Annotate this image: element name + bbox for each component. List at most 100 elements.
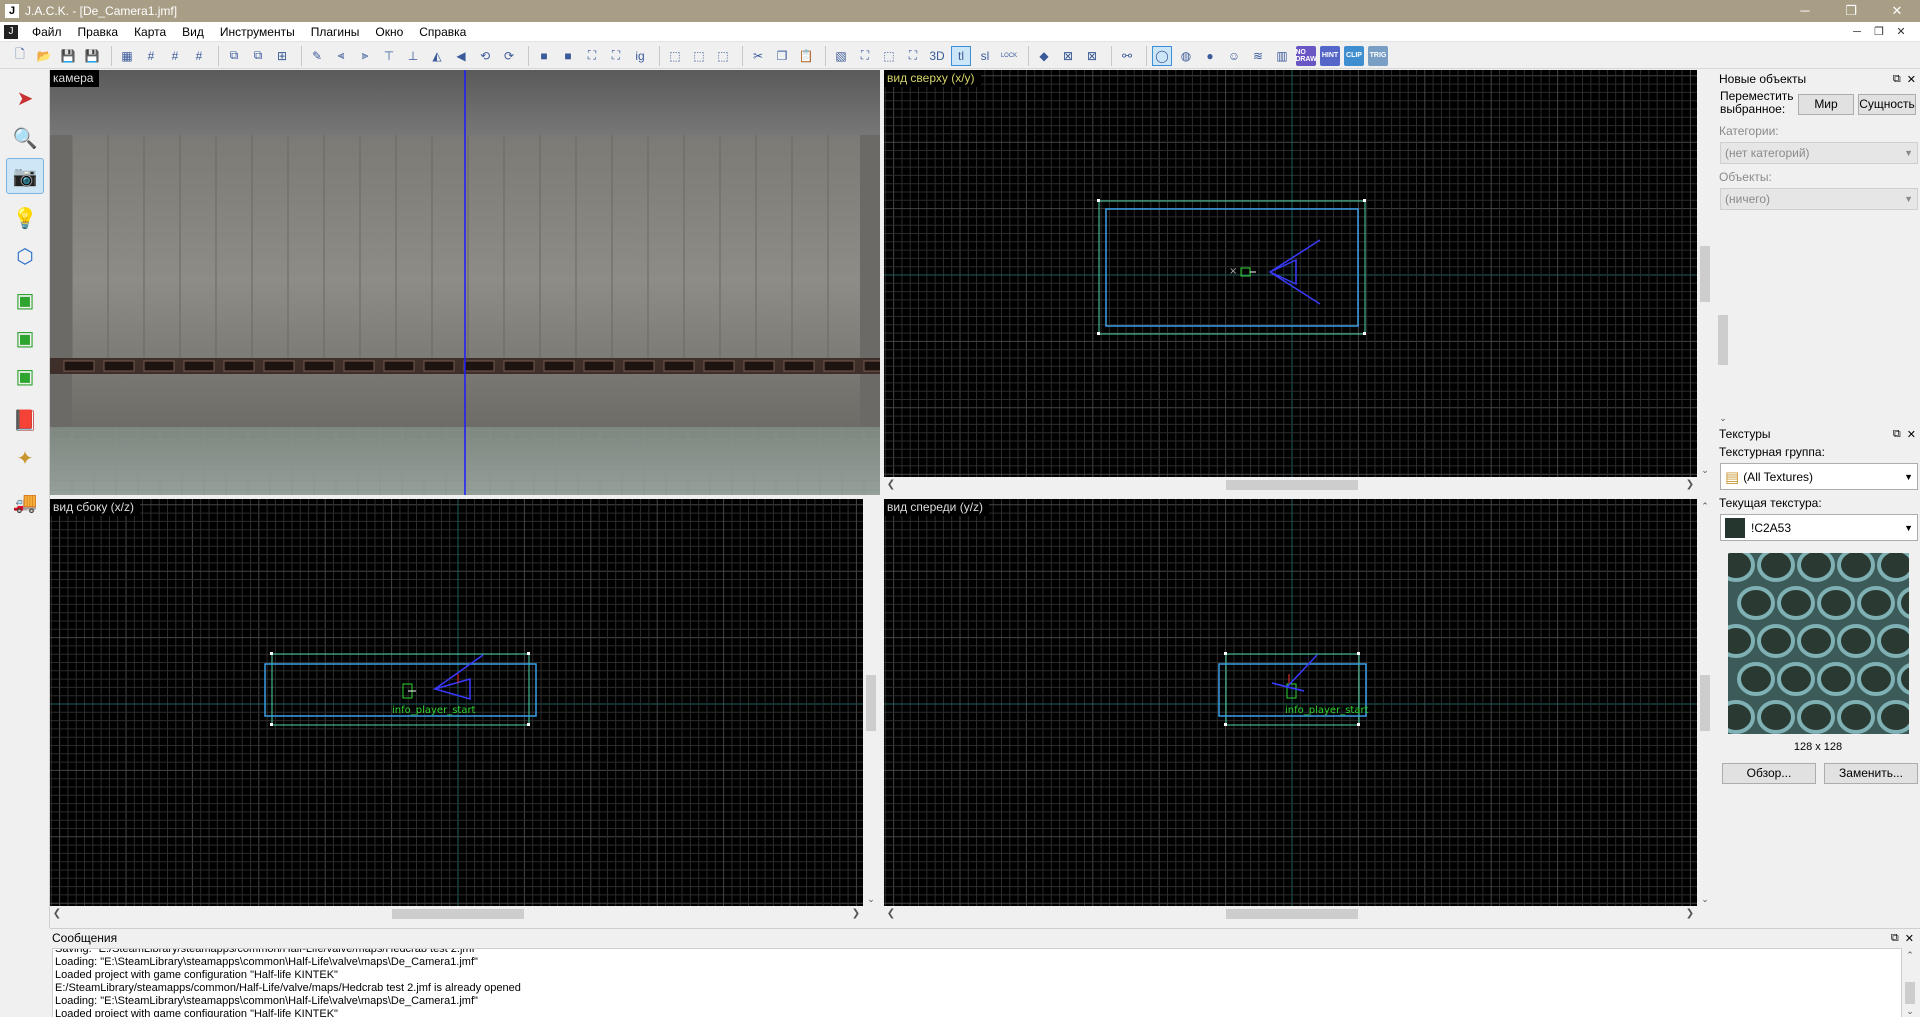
jack-app-icon[interactable]: J — [5, 4, 19, 18]
player-icon[interactable]: ☺ — [1224, 46, 1244, 66]
minimize-button[interactable]: ─ — [1782, 0, 1828, 22]
select-tool-icon[interactable]: ➤ — [6, 80, 44, 116]
rotate-ccw-icon[interactable]: ⟲ — [475, 46, 495, 66]
save-as-icon[interactable]: 💾 — [82, 46, 102, 66]
ignore-groups-icon[interactable]: ig — [630, 46, 650, 66]
grid-toggle-icon[interactable]: ▦ — [117, 46, 137, 66]
lock-text-button[interactable]: LOCK — [999, 46, 1019, 66]
ungroup-icon[interactable]: ⧉ — [248, 46, 268, 66]
clip-tool-icon[interactable]: 📕 — [6, 402, 44, 438]
menu-map[interactable]: Карта — [126, 22, 174, 42]
save-icon[interactable]: 💾 — [58, 46, 78, 66]
panel-vscroll[interactable]: ⌄ — [1716, 245, 1730, 425]
hint-button[interactable]: HINT — [1320, 45, 1340, 66]
categories-select[interactable]: (нет категорий) ▼ — [1720, 142, 1918, 164]
align-right-icon[interactable]: ⫸ — [355, 46, 375, 66]
vertex-tool-icon[interactable]: ✦ — [6, 440, 44, 476]
close-panel-icon[interactable]: ✕ — [1907, 428, 1916, 441]
water-icon[interactable]: ≋ — [1248, 46, 1268, 66]
carve-icon[interactable]: ■ — [534, 46, 554, 66]
scale-lock-text-button[interactable]: sl — [975, 46, 995, 66]
menu-plugins[interactable]: Плагины — [303, 22, 368, 42]
float-panel-icon[interactable]: ⧉ — [1891, 932, 1899, 945]
float-panel-icon[interactable]: ⧉ — [1893, 73, 1901, 86]
texture-lock-text-button[interactable]: tl — [951, 45, 971, 66]
doc-minimize-button[interactable]: ─ — [1846, 22, 1868, 42]
align-bottom-icon[interactable]: ⊥ — [403, 46, 423, 66]
link-icon[interactable]: ⚯ — [1117, 46, 1137, 66]
browse-button[interactable]: Обзор... — [1722, 763, 1816, 784]
front-view-vscroll[interactable]: ⌃ ⌄ — [1697, 499, 1713, 906]
menu-file[interactable]: Файл — [24, 22, 70, 42]
top-view-hscroll[interactable]: ❮ ❯ — [884, 477, 1697, 493]
apply-texture-icon[interactable]: ▣ — [6, 320, 44, 356]
texture-lock-icon[interactable]: ✎ — [307, 46, 327, 66]
side-viewport[interactable]: вид сбоку (x/z) info_player_start — [50, 499, 863, 906]
new-file-icon[interactable]: 🗋 — [10, 46, 30, 66]
messages-log[interactable]: Saving: "E:/SteamLibrary/steamapps/commo… — [52, 948, 1902, 1017]
top-view-vscroll[interactable]: ⌄ — [1697, 70, 1713, 477]
rotate-cw-icon[interactable]: ⟳ — [499, 46, 519, 66]
close-button[interactable]: ✕ — [1874, 0, 1920, 22]
path-tool-icon[interactable]: 🚚 — [6, 484, 44, 520]
transform-icon[interactable]: ⬚ — [665, 46, 685, 66]
copy-icon[interactable]: ❐ — [772, 46, 792, 66]
entity-box-icon[interactable]: ⊠ — [1058, 46, 1078, 66]
skew-icon[interactable]: ⊠ — [1082, 46, 1102, 66]
top-viewport[interactable]: вид сверху (x/y) × — [884, 70, 1697, 477]
snap-grid-icon[interactable]: ⊞ — [272, 46, 292, 66]
messages-vscroll[interactable]: ⌃ ⌄ — [1902, 948, 1918, 1017]
side-view-hscroll[interactable]: ❮ ❯ — [50, 906, 863, 922]
menu-edit[interactable]: Правка — [70, 22, 127, 42]
camera-tool-icon[interactable]: 📷 — [6, 158, 44, 194]
maximize-button[interactable]: ❐ — [1828, 0, 1874, 22]
no-draw-button[interactable]: NO DRAW — [1295, 45, 1317, 66]
flip-horizontal-icon[interactable]: ◭ — [427, 46, 447, 66]
align-left-icon[interactable]: ⫷ — [331, 46, 351, 66]
center-views-icon[interactable]: ⛶ — [606, 46, 626, 66]
vertex-edit-icon[interactable]: ◆ — [1034, 46, 1054, 66]
align-top-icon[interactable]: ⊤ — [379, 46, 399, 66]
select-3d-text-icon[interactable]: 3D — [927, 46, 947, 66]
point-entity-icon[interactable]: ● — [1200, 46, 1220, 66]
trigger-button[interactable]: TRIG — [1368, 45, 1388, 66]
replace-button[interactable]: Заменить... — [1824, 763, 1918, 784]
cordon-icon[interactable]: ⬚ — [713, 46, 733, 66]
side-view-vscroll[interactable]: ⌄ — [863, 499, 879, 906]
grid-smaller-icon[interactable]: # — [165, 46, 185, 66]
to-entity-button[interactable]: Сущность — [1858, 94, 1916, 115]
group-icon[interactable]: ⧉ — [224, 46, 244, 66]
close-panel-icon[interactable]: ✕ — [1907, 73, 1916, 86]
menu-tools[interactable]: Инструменты — [212, 22, 303, 42]
grid-3d-icon[interactable]: # — [141, 46, 161, 66]
close-panel-icon[interactable]: ✕ — [1905, 932, 1914, 945]
entity-tool-icon[interactable]: 💡 — [6, 200, 44, 236]
select-box-icon[interactable]: ⬚ — [879, 46, 899, 66]
camera-viewport[interactable]: камера — [50, 70, 880, 495]
select-3d-icon[interactable]: ⛶ — [903, 46, 923, 66]
float-panel-icon[interactable]: ⧉ — [1893, 428, 1901, 441]
layers-icon[interactable]: ▥ — [1272, 46, 1292, 66]
decal-tool-icon[interactable]: ▣ — [6, 358, 44, 394]
front-view-hscroll[interactable]: ❮ ❯ — [884, 906, 1697, 922]
globe-icon[interactable]: ◍ — [1176, 46, 1196, 66]
clip-button[interactable]: CLIP — [1344, 45, 1364, 66]
texture-preview[interactable] — [1728, 553, 1909, 734]
block-tool-icon[interactable]: ⬡ — [6, 238, 44, 274]
select-all-icon[interactable]: ⛶ — [855, 46, 875, 66]
to-world-button[interactable]: Мир — [1798, 94, 1854, 115]
texture-app-icon[interactable]: ▧ — [831, 46, 851, 66]
grid-larger-icon[interactable]: # — [189, 46, 209, 66]
doc-restore-button[interactable]: ❐ — [1868, 22, 1890, 42]
menu-view[interactable]: Вид — [174, 22, 212, 42]
magnify-tool-icon[interactable]: 🔍 — [6, 120, 44, 156]
front-viewport[interactable]: вид спереди (y/z) info_player_start — [884, 499, 1697, 906]
flip-vertical-icon[interactable]: ◀ — [451, 46, 471, 66]
hollow-icon[interactable]: ■ — [558, 46, 578, 66]
menu-help[interactable]: Справка — [411, 22, 474, 42]
clone-icon[interactable]: ⬚ — [689, 46, 709, 66]
doc-close-button[interactable]: ✕ — [1890, 22, 1912, 42]
texture-tool-icon[interactable]: ▣ — [6, 282, 44, 318]
zoom-selection-icon[interactable]: ⛶ — [582, 46, 602, 66]
current-texture-select[interactable]: !C2A53 ▼ — [1720, 514, 1918, 541]
